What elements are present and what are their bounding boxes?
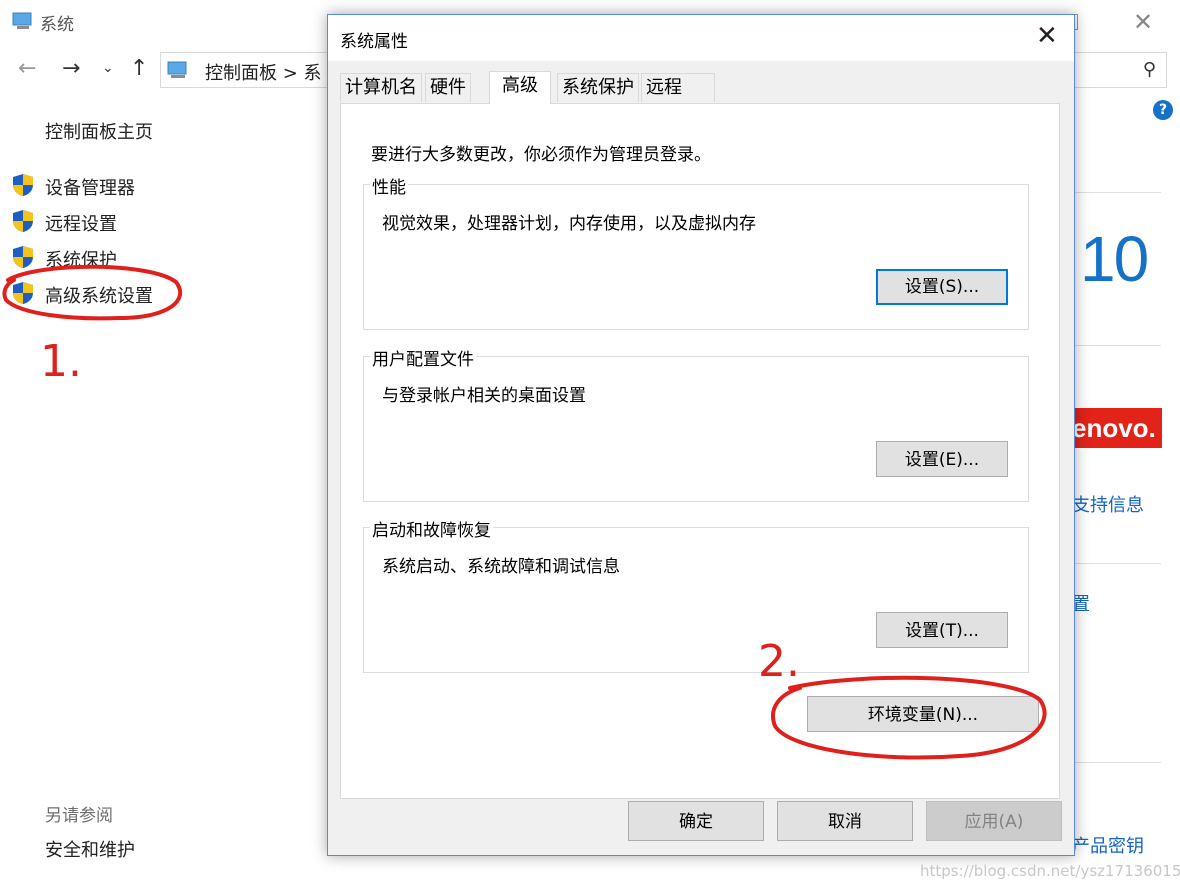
system-properties-dialog: 系统属性 ✕ 计算机名 硬件 系统保护 远程 要进行大多数更改，你必须作为管理员…: [327, 14, 1075, 856]
tab-computer-name[interactable]: 计算机名: [340, 73, 422, 102]
watermark: https://blog.csdn.net/ysz171360154: [920, 862, 1180, 880]
tab-remote[interactable]: 远程: [641, 73, 715, 102]
group-description: 系统启动、系统故障和调试信息: [382, 557, 620, 577]
shield-icon: [13, 282, 33, 304]
close-icon[interactable]: ✕: [1036, 21, 1058, 51]
forward-arrow-icon[interactable]: →: [62, 56, 80, 81]
tab-hardware[interactable]: 硬件: [425, 73, 471, 102]
shield-icon: [13, 210, 33, 232]
user-profiles-settings-button[interactable]: 设置(E)...: [876, 441, 1008, 477]
control-panel-icon: [167, 61, 187, 78]
product-key-link[interactable]: 产品密钥: [1072, 832, 1144, 858]
divider: [1073, 345, 1161, 346]
ok-button[interactable]: 确定: [628, 801, 764, 841]
up-arrow-icon[interactable]: ↑: [130, 56, 148, 81]
divider: [1073, 192, 1161, 193]
windows-version: 10: [1080, 223, 1149, 295]
lenovo-logo: enovo.: [1072, 408, 1162, 448]
address-breadcrumb: 控制面板 > 系: [205, 63, 322, 84]
close-icon[interactable]: ✕: [1133, 8, 1153, 36]
recent-locations-chevron-icon[interactable]: ⌄: [102, 60, 114, 76]
user-profiles-group: 用户配置文件 与登录帐户相关的桌面设置 设置(E)...: [363, 345, 1029, 502]
sidebar-item-remote-settings[interactable]: 远程设置: [45, 210, 117, 236]
group-title: 启动和故障恢复: [370, 516, 493, 541]
sidebar-item-system-protection[interactable]: 系统保护: [45, 246, 117, 272]
control-panel-home-link[interactable]: 控制面板主页: [45, 118, 153, 144]
shield-icon: [13, 174, 33, 196]
group-title: 用户配置文件: [370, 345, 476, 370]
group-description: 与登录帐户相关的桌面设置: [382, 386, 586, 406]
apply-button: 应用(A): [926, 801, 1062, 841]
search-icon[interactable]: ⚲: [1143, 59, 1156, 80]
startup-recovery-settings-button[interactable]: 设置(T)...: [876, 612, 1008, 648]
advanced-tab-panel: 要进行大多数更改，你必须作为管理员登录。 性能 视觉效果，处理器计划，内存使用，…: [340, 103, 1060, 799]
dialog-titlebar: 系统属性 ✕: [328, 15, 1074, 61]
cancel-button[interactable]: 取消: [777, 801, 913, 841]
support-info-link[interactable]: 支持信息: [1072, 491, 1144, 517]
security-maintenance-link[interactable]: 安全和维护: [45, 836, 135, 862]
help-icon[interactable]: ?: [1153, 100, 1173, 120]
sidebar-item-device-manager[interactable]: 设备管理器: [45, 174, 135, 200]
performance-settings-button[interactable]: 设置(S)...: [876, 269, 1008, 305]
see-also-heading: 另请参阅: [45, 806, 113, 826]
tab-system-protection[interactable]: 系统保护: [557, 73, 639, 102]
divider: [1073, 563, 1161, 564]
performance-group: 性能 视觉效果，处理器计划，内存使用，以及虚拟内存 设置(S)...: [363, 173, 1029, 330]
tab-advanced[interactable]: 高级: [489, 71, 551, 104]
group-description: 视觉效果，处理器计划，内存使用，以及虚拟内存: [382, 214, 756, 234]
environment-variables-button[interactable]: 环境变量(N)...: [807, 696, 1039, 732]
startup-recovery-group: 启动和故障恢复 系统启动、系统故障和调试信息 设置(T)...: [363, 516, 1029, 673]
dialog-title: 系统属性: [340, 32, 408, 52]
admin-note: 要进行大多数更改，你必须作为管理员登录。: [371, 145, 711, 165]
window-title: 系统: [40, 15, 74, 35]
group-title: 性能: [370, 173, 408, 198]
sidebar-item-advanced-system-settings[interactable]: 高级系统设置: [45, 282, 153, 308]
divider: [1073, 762, 1161, 763]
shield-icon: [13, 246, 33, 268]
back-arrow-icon[interactable]: ←: [18, 56, 36, 81]
computer-icon: [12, 12, 32, 29]
